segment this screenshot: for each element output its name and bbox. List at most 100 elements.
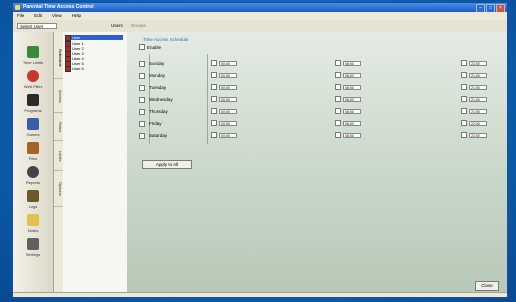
day-row: Thursday 00:00 08:00 21:00: [139, 108, 499, 115]
slot-checkbox[interactable]: [211, 96, 217, 102]
slot-checkbox[interactable]: [461, 72, 467, 78]
globe-icon: [27, 70, 39, 82]
menu-bar: File Edit View Help: [13, 12, 507, 20]
enable-checkbox[interactable]: [139, 44, 145, 50]
sidebar-item-games[interactable]: Games: [17, 118, 49, 142]
time-slot: 00:00: [211, 72, 237, 78]
slot-checkbox[interactable]: [335, 60, 341, 66]
time-slot: 08:00: [335, 72, 361, 78]
day-checkbox[interactable]: [139, 109, 145, 115]
sidebar-item-settings[interactable]: Settings: [17, 238, 49, 262]
slot-checkbox[interactable]: [211, 60, 217, 66]
day-checkbox[interactable]: [139, 97, 145, 103]
time-slot: 08:00: [335, 132, 361, 138]
window-title: Parental Time Access Control: [23, 4, 94, 10]
app-window: Parental Time Access Control – □ × File …: [12, 2, 508, 298]
sidebar-item-time-limits[interactable]: Time Limits: [17, 46, 49, 70]
vtab-limits[interactable]: Limits: [54, 142, 63, 171]
programs-icon: [27, 94, 39, 106]
slot-checkbox[interactable]: [461, 96, 467, 102]
time-field[interactable]: 22:00: [469, 120, 487, 126]
time-field[interactable]: 00:00: [219, 60, 237, 66]
time-slot: 08:00: [335, 96, 361, 102]
time-field[interactable]: 08:00: [343, 60, 361, 66]
time-field[interactable]: 21:00: [469, 84, 487, 90]
vtab-options[interactable]: Options: [54, 172, 63, 207]
enable-label: Enable: [147, 44, 162, 50]
tree-item[interactable]: User 6: [65, 65, 84, 72]
sidebar-item-programs[interactable]: Programs: [17, 94, 49, 118]
time-field[interactable]: 00:00: [219, 108, 237, 114]
day-checkbox[interactable]: [139, 73, 145, 79]
sidebar-item-logs[interactable]: Logs: [17, 190, 49, 214]
sidebar-item-web-filter[interactable]: Web Filter: [17, 70, 49, 94]
time-slot: 08:00: [335, 84, 361, 90]
time-field[interactable]: 08:00: [343, 120, 361, 126]
slot-checkbox[interactable]: [335, 84, 341, 90]
day-checkbox[interactable]: [139, 85, 145, 91]
day-checkbox[interactable]: [139, 133, 145, 139]
time-field[interactable]: 00:00: [219, 72, 237, 78]
time-field[interactable]: 21:00: [469, 72, 487, 78]
time-slot: 22:00: [461, 120, 487, 126]
day-name: Tuesday: [149, 85, 167, 90]
sidebar-item-reports[interactable]: Reports: [17, 166, 49, 190]
slot-checkbox[interactable]: [211, 132, 217, 138]
time-field[interactable]: 00:00: [219, 84, 237, 90]
slot-checkbox[interactable]: [335, 132, 341, 138]
reports-icon: [27, 166, 39, 178]
menu-help[interactable]: Help: [72, 12, 81, 20]
slot-checkbox[interactable]: [461, 120, 467, 126]
menu-file[interactable]: File: [17, 12, 24, 20]
user-icon: [65, 65, 71, 72]
notes-icon: [27, 214, 39, 226]
slot-checkbox[interactable]: [461, 132, 467, 138]
time-field[interactable]: 21:00: [469, 108, 487, 114]
time-field[interactable]: 08:00: [343, 108, 361, 114]
time-field[interactable]: 21:00: [469, 96, 487, 102]
slot-checkbox[interactable]: [335, 120, 341, 126]
menu-edit[interactable]: Edit: [34, 12, 42, 20]
time-slot: 08:00: [335, 108, 361, 114]
time-field[interactable]: 00:00: [219, 120, 237, 126]
time-field[interactable]: 08:00: [343, 84, 361, 90]
slot-checkbox[interactable]: [461, 60, 467, 66]
day-row: Friday 00:00 08:00 22:00: [139, 120, 499, 127]
slot-checkbox[interactable]: [211, 72, 217, 78]
time-field[interactable]: 00:00: [219, 132, 237, 138]
slot-checkbox[interactable]: [461, 84, 467, 90]
slot-checkbox[interactable]: [335, 108, 341, 114]
vtab-schedule[interactable]: Schedule: [54, 38, 63, 79]
games-icon: [27, 118, 39, 130]
sidebar-item-notes[interactable]: Notes: [17, 214, 49, 238]
slot-checkbox[interactable]: [211, 108, 217, 114]
time-slot: 00:00: [211, 108, 237, 114]
tab-users[interactable]: Users: [109, 23, 125, 29]
day-name: Monday: [149, 73, 166, 78]
time-field[interactable]: 00:00: [219, 96, 237, 102]
vtab-rules[interactable]: Rules: [54, 114, 63, 141]
day-name: Sunday: [149, 61, 165, 66]
tree-item[interactable]: User: [65, 34, 123, 41]
enable-row: Enable: [139, 44, 161, 50]
vtab-access[interactable]: Access: [54, 80, 63, 113]
day-checkbox[interactable]: [139, 61, 145, 67]
day-checkbox[interactable]: [139, 121, 145, 127]
time-field[interactable]: 08:00: [343, 72, 361, 78]
time-field[interactable]: 22:00: [469, 132, 487, 138]
menu-view[interactable]: View: [52, 12, 62, 20]
sidebar-item-files[interactable]: Files: [17, 142, 49, 166]
time-field[interactable]: 08:00: [343, 96, 361, 102]
user-select[interactable]: Select User: [17, 23, 57, 29]
slot-checkbox[interactable]: [211, 120, 217, 126]
slot-checkbox[interactable]: [211, 84, 217, 90]
time-field[interactable]: 22:00: [469, 60, 487, 66]
apply-to-all-button[interactable]: Apply to All: [142, 160, 192, 169]
slot-checkbox[interactable]: [335, 72, 341, 78]
title-bar: Parental Time Access Control – □ ×: [13, 3, 507, 13]
slot-checkbox[interactable]: [335, 96, 341, 102]
tab-groups[interactable]: Groups: [129, 23, 148, 29]
time-field[interactable]: 08:00: [343, 132, 361, 138]
slot-checkbox[interactable]: [461, 108, 467, 114]
close-button[interactable]: Close: [475, 281, 499, 291]
